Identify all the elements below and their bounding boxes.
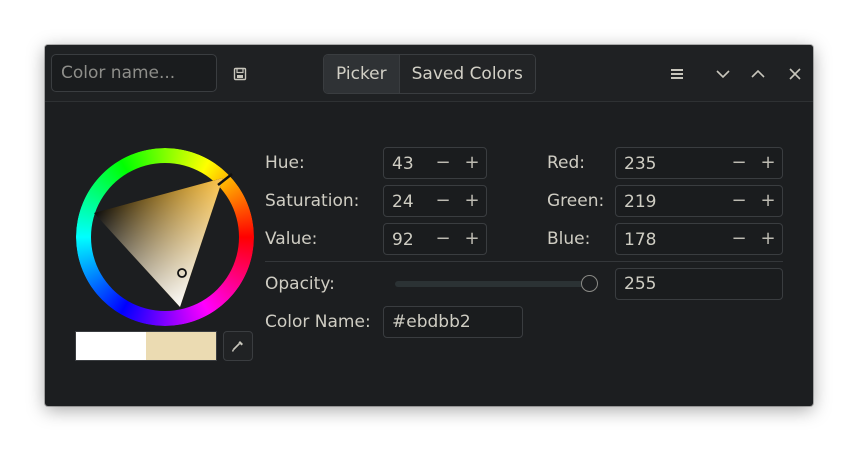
saturation-spinbutton[interactable]: 24 − + [383,185,487,217]
chevron-down-icon [716,70,730,79]
save-icon [233,67,247,81]
blue-increment-button[interactable]: + [757,228,779,250]
red-spinbutton[interactable]: 235 − + [615,147,783,179]
value-spinbutton[interactable]: 92 − + [383,223,487,255]
value-decrement-button[interactable]: − [432,228,454,250]
previous-color-swatch [76,332,146,360]
tab-saved-colors[interactable]: Saved Colors [398,55,535,93]
saturation-label: Saturation: [265,191,360,211]
opacity-value-field[interactable]: 255 [615,268,783,300]
red-value[interactable]: 235 [624,153,656,175]
color-comparison-swatch [75,331,217,361]
green-value[interactable]: 219 [624,191,656,213]
hue-label: Hue: [265,153,305,173]
hue-spinbutton[interactable]: 43 − + [383,147,487,179]
save-button[interactable] [229,63,251,85]
opacity-label: Opacity: [265,274,335,294]
color-name-label: Color Name: [265,312,371,332]
close-button[interactable] [784,63,806,85]
chevron-up-icon [751,69,765,78]
red-label: Red: [547,153,586,173]
opacity-slider-track[interactable] [395,281,590,287]
maximize-button[interactable] [747,63,769,85]
color-name-input[interactable] [51,54,217,92]
hue-value[interactable]: 43 [392,153,414,175]
saturation-decrement-button[interactable]: − [432,190,454,212]
color-name-field[interactable]: #ebdbb2 [383,306,523,338]
green-spinbutton[interactable]: 219 − + [615,185,783,217]
menu-button[interactable] [665,63,689,85]
green-decrement-button[interactable]: − [728,190,750,212]
close-icon [789,68,801,80]
value-value[interactable]: 92 [392,229,414,251]
blue-spinbutton[interactable]: 178 − + [615,223,783,255]
blue-label: Blue: [547,229,591,249]
color-picker-window: Picker Saved Colors [45,45,813,406]
hamburger-menu-icon [671,69,683,79]
red-increment-button[interactable]: + [757,152,779,174]
saturation-value[interactable]: 24 [392,191,414,213]
saturation-increment-button[interactable]: + [461,190,483,212]
value-label: Value: [265,229,318,249]
view-switcher: Picker Saved Colors [323,54,536,94]
divider [265,261,783,262]
eyedropper-button[interactable] [223,331,253,361]
hue-decrement-button[interactable]: − [432,152,454,174]
blue-value[interactable]: 178 [624,229,656,251]
blue-decrement-button[interactable]: − [728,228,750,250]
tab-picker[interactable]: Picker [324,55,399,93]
eyedropper-icon [231,341,243,352]
hue-wheel[interactable] [76,148,254,326]
green-increment-button[interactable]: + [757,190,779,212]
hue-increment-button[interactable]: + [461,152,483,174]
value-increment-button[interactable]: + [461,228,483,250]
current-color-swatch [146,332,216,360]
opacity-slider-handle[interactable] [581,275,598,292]
minimize-button[interactable] [712,63,734,85]
header-bar: Picker Saved Colors [45,45,813,102]
red-decrement-button[interactable]: − [728,152,750,174]
green-label: Green: [547,191,605,211]
